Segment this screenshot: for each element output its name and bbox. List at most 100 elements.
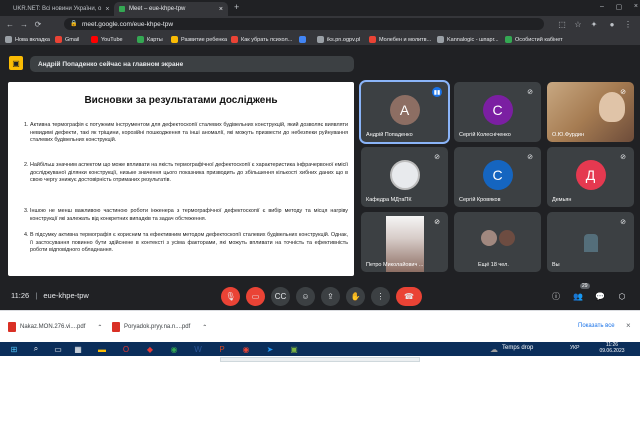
bookmark-item[interactable]: Kannalogic - шпарг...: [437, 35, 499, 44]
info-icon[interactable]: ⓘ: [550, 290, 562, 302]
chat-icon[interactable]: 💬: [594, 290, 606, 302]
mic-toggle-button[interactable]: 🎙: [221, 287, 240, 306]
file-explorer-icon[interactable]: ▬: [96, 343, 108, 355]
app-icon[interactable]: ▦: [72, 343, 84, 355]
close-icon[interactable]: ×: [219, 6, 223, 13]
chrome-alt-icon[interactable]: ◉: [240, 343, 252, 355]
close-window-icon[interactable]: ×: [634, 3, 638, 13]
present-button[interactable]: ⇪: [321, 287, 340, 306]
speaking-indicator-icon: ▮▮: [432, 87, 442, 97]
clock[interactable]: 11:26 09.06.2023: [588, 342, 636, 354]
activities-icon[interactable]: ⬡: [616, 290, 628, 302]
bookmark-item[interactable]: Развитие ребенка: [171, 35, 227, 44]
more-options-button[interactable]: ⋮: [371, 287, 390, 306]
emoji-icon: ☺: [301, 292, 310, 301]
raise-hand-button[interactable]: ✋: [346, 287, 365, 306]
captions-icon: CC: [274, 292, 287, 301]
bookmark-item[interactable]: Gmail: [55, 35, 79, 44]
participant-name: Андрій Попаденко: [366, 132, 413, 138]
bookmark-label: Как убрать психол...: [241, 36, 293, 43]
captions-button[interactable]: CC: [271, 287, 290, 306]
show-all-downloads-link[interactable]: Показать все: [578, 323, 615, 329]
mic-off-icon: ⊘: [434, 219, 440, 226]
self-view-tile[interactable]: ⊘ Вы: [547, 212, 634, 272]
app-icon[interactable]: ▣: [288, 343, 300, 355]
bookmark-favicon-icon: [299, 36, 306, 43]
separator: |: [35, 291, 38, 300]
powerpoint-icon[interactable]: P: [216, 343, 228, 355]
forward-arrow-icon[interactable]: →: [18, 18, 30, 30]
leave-call-button[interactable]: ☎: [396, 287, 422, 306]
star-icon[interactable]: ☆: [572, 18, 584, 30]
bookmark-item[interactable]: Молебен и молитв...: [369, 35, 431, 44]
avatar-logo-icon: [389, 160, 420, 190]
meeting-code: eue-khpe-tpw: [43, 291, 89, 300]
lock-icon: 🔒: [70, 21, 78, 27]
download-item[interactable]: Nakaz.MON.276.vi....pdf ⌃: [8, 318, 102, 336]
bookmark-item[interactable]: Карты: [137, 35, 163, 44]
chevron-up-icon[interactable]: ⌃: [202, 324, 207, 331]
bookmark-favicon-icon: [437, 36, 444, 43]
bookmark-item[interactable]: Как убрать психол...: [231, 35, 292, 44]
banner-text: Андрій Попаденко сейчас на главном экран…: [38, 60, 184, 68]
download-filename: Poryadok.pryy.na.n....pdf: [124, 324, 191, 330]
extension-icon[interactable]: ⬚: [556, 18, 568, 30]
tab-meet[interactable]: Meet – eue-khpe-tpw ×: [114, 2, 228, 16]
meet-favicon-icon: [119, 6, 125, 12]
bookmark-item[interactable]: Особистий кабінет: [505, 35, 563, 44]
participant-tile[interactable]: Д ⊘ Демьян: [547, 147, 634, 207]
bookmark-item[interactable]: iks.pn.ogpv.pl: [317, 35, 360, 44]
puzzle-icon[interactable]: ✦: [588, 18, 600, 30]
search-icon[interactable]: ⌕: [30, 343, 42, 355]
telegram-icon[interactable]: ➤: [264, 343, 276, 355]
bookmark-item[interactable]: Нова вкладка: [5, 35, 50, 44]
bookmark-favicon-icon: [91, 36, 98, 43]
participant-tile[interactable]: С ⊘ Сергій Колесніченко: [454, 82, 541, 142]
camera-toggle-button[interactable]: ▭: [246, 287, 265, 306]
new-tab-button[interactable]: +: [234, 2, 239, 12]
profile-icon[interactable]: ●: [606, 18, 618, 30]
more-participants-tile[interactable]: Ещё 18 чел.: [454, 212, 541, 272]
chrome-icon[interactable]: ◉: [168, 343, 180, 355]
participant-tile[interactable]: ⊘ О.Ю.Фурдин: [547, 82, 634, 142]
participants-count-badge: 29: [580, 283, 590, 289]
hang-up-icon: ☎: [404, 292, 414, 301]
menu-dots-icon[interactable]: ⋮: [622, 18, 634, 30]
tab-label: UKR.NET: Всі новини України, о: [13, 6, 102, 12]
avatar: [481, 230, 497, 246]
avatar: Д: [575, 160, 606, 190]
chevron-up-icon[interactable]: ⌃: [97, 324, 102, 331]
back-arrow-icon[interactable]: ←: [4, 18, 16, 30]
tab-ukrnet[interactable]: UKR.NET: Всі новини України, о ×: [4, 2, 112, 16]
bookmark-label: Gmail: [65, 36, 80, 43]
reactions-button[interactable]: ☺: [296, 287, 315, 306]
close-icon[interactable]: ×: [105, 6, 109, 13]
opera-icon[interactable]: O: [120, 343, 132, 355]
reload-icon[interactable]: ⟳: [32, 18, 44, 30]
bookmark-item[interactable]: [299, 35, 309, 44]
mic-off-icon: 🎙: [225, 292, 236, 301]
hand-icon: ✋: [350, 292, 361, 301]
participant-tile[interactable]: ⊘ Кафедра МДтаПК: [361, 147, 448, 207]
paragraph-number: 3.: [24, 208, 29, 214]
windows-start-icon[interactable]: ⊞: [8, 343, 20, 355]
people-icon[interactable]: 👥: [572, 290, 584, 302]
minimize-icon[interactable]: –: [600, 3, 604, 13]
word-icon[interactable]: W: [192, 343, 204, 355]
pdf-file-icon: [112, 322, 120, 332]
participant-tile[interactable]: А ▮▮ Андрій Попаденко: [359, 80, 450, 144]
participant-tile[interactable]: С ⊘ Сергій Кровяков: [454, 147, 541, 207]
bookmark-label: Kannalogic - шпарг...: [447, 36, 499, 43]
desktop-area: [0, 356, 640, 421]
download-item[interactable]: Poryadok.pryy.na.n....pdf ⌃: [112, 318, 207, 336]
bookmark-item[interactable]: YouTube: [91, 35, 123, 44]
app-icon[interactable]: ◆: [144, 343, 156, 355]
paragraph-text: Активна термографія є потужним інструмен…: [30, 122, 348, 144]
maximize-icon[interactable]: ▢: [616, 3, 623, 13]
close-downloads-icon[interactable]: ×: [626, 321, 631, 330]
participant-tile[interactable]: ⊘ Петро Миколайович ...: [361, 212, 448, 272]
url-input[interactable]: meet.google.com/eue-khpe-tpw: [64, 18, 544, 30]
participant-name: Вы: [552, 262, 560, 268]
task-view-icon[interactable]: ▭: [52, 343, 64, 355]
language-indicator[interactable]: УКР: [570, 345, 579, 351]
